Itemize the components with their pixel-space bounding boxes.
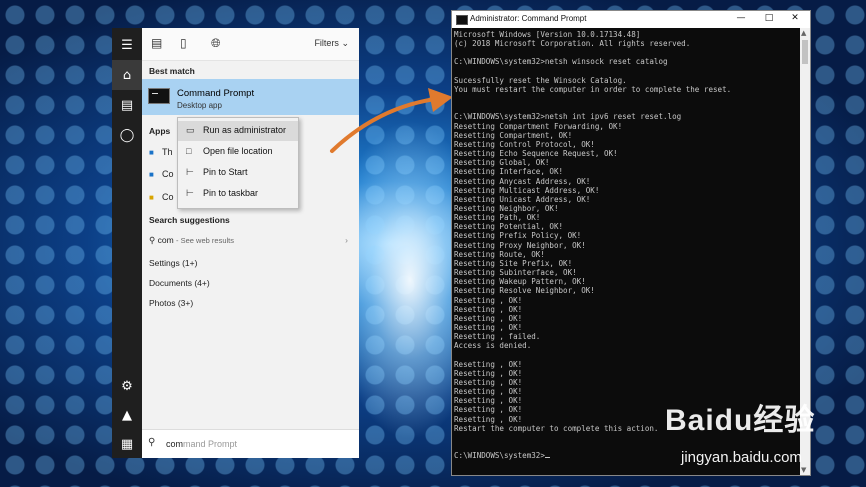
command-prompt-icon xyxy=(148,88,170,104)
menu-item-open-file-location[interactable]: □ Open file location xyxy=(178,142,298,162)
app-icon: ■ xyxy=(149,193,154,202)
app-result-label: Co xyxy=(162,192,174,202)
chevron-down-icon: ⌄ xyxy=(341,38,349,48)
apps-heading: Apps xyxy=(149,126,171,136)
console-app-icon xyxy=(456,15,468,25)
shield-icon: ▭ xyxy=(186,125,195,135)
best-match-title: Command Prompt xyxy=(177,88,255,99)
search-icon: ⚲ xyxy=(149,235,156,245)
suggestion-hint: - See web results xyxy=(176,236,234,245)
chevron-right-icon[interactable]: › xyxy=(345,235,348,245)
menu-item-run-as-administrator[interactable]: ▭ Run as administrator xyxy=(178,121,298,141)
windows-start-icon[interactable]: ▦ xyxy=(112,429,142,459)
settings-gear-icon[interactable]: ⚙ xyxy=(112,371,142,401)
app-result-label: Th xyxy=(162,147,173,157)
menu-item-label: Run as administrator xyxy=(203,125,287,135)
app-result-3[interactable]: ■ Co xyxy=(149,192,174,202)
search-typed-text: com xyxy=(166,439,184,449)
minimize-icon[interactable]: — xyxy=(730,13,752,26)
baidu-jingyan-watermark: Baidu经验 jingyan.baidu.com xyxy=(665,395,865,485)
search-input[interactable]: ⚲ command Prompt xyxy=(142,429,359,458)
app-result-2[interactable]: ■ Co xyxy=(149,169,174,179)
menu-item-label: Pin to Start xyxy=(203,167,248,177)
search-completion-text: mand Prompt xyxy=(183,439,238,449)
scrollbar-thumb[interactable] xyxy=(802,40,808,64)
filters-dropdown[interactable]: Filters ⌄ xyxy=(314,38,349,49)
filters-label: Filters xyxy=(314,38,339,48)
pin-icon: ⊢ xyxy=(186,188,194,198)
folder-icon: □ xyxy=(186,146,192,156)
documents-icon[interactable]: ▤ xyxy=(112,90,142,120)
app-icon: ■ xyxy=(149,148,154,157)
app-icon: ■ xyxy=(149,170,154,179)
lab-flask-icon[interactable]: ◯ xyxy=(112,120,142,150)
document-filter-icon[interactable]: ▯ xyxy=(180,36,187,50)
arrow-graphic xyxy=(330,88,453,153)
search-icon: ⚲ xyxy=(148,437,156,448)
scroll-up-icon[interactable]: ▲ xyxy=(801,29,806,37)
filter-bar: ▤ ▯ 🌐︎ Filters ⌄ xyxy=(142,28,359,61)
watermark-url: jingyan.baidu.com xyxy=(681,449,802,466)
start-menu-rail: ☰ ⌂ ▤ ◯ ⚙ ▲ ▦ xyxy=(112,28,142,458)
window-title-bar[interactable]: Administrator: Command Prompt — □ ✕ xyxy=(452,11,810,28)
category-photos[interactable]: Photos (3+) xyxy=(149,298,193,308)
app-result-1[interactable]: ■ Th xyxy=(149,147,173,157)
web-suggestion-row[interactable]: ⚲ com - See web results › xyxy=(149,235,352,249)
menu-item-label: Pin to taskbar xyxy=(203,188,259,198)
menu-item-pin-to-taskbar[interactable]: ⊢ Pin to taskbar xyxy=(178,184,298,204)
search-suggestions-heading: Search suggestions xyxy=(149,215,230,225)
text-cursor xyxy=(544,457,550,459)
home-icon[interactable]: ⌂ xyxy=(112,60,142,90)
baidu-logo: Baidu经验 xyxy=(665,404,816,437)
best-match-subtitle: Desktop app xyxy=(177,101,222,110)
menu-item-pin-to-start[interactable]: ⊢ Pin to Start xyxy=(178,163,298,183)
web-globe-icon[interactable]: 🌐︎ xyxy=(211,36,221,51)
close-icon[interactable]: ✕ xyxy=(784,13,806,26)
apps-filter-icon[interactable]: ▤ xyxy=(151,36,162,50)
window-title: Administrator: Command Prompt xyxy=(470,14,587,23)
category-settings[interactable]: Settings (1+) xyxy=(149,258,197,268)
search-query: command Prompt xyxy=(166,439,237,449)
best-match-heading: Best match xyxy=(149,66,195,76)
pin-icon: ⊢ xyxy=(186,167,194,177)
maximize-icon[interactable]: □ xyxy=(758,13,780,26)
app-result-label: Co xyxy=(162,169,174,179)
hamburger-menu-icon[interactable]: ☰ xyxy=(112,30,142,60)
user-feedback-icon[interactable]: ▲ xyxy=(112,400,142,430)
menu-item-label: Open file location xyxy=(203,146,273,156)
context-menu: ▭ Run as administrator □ Open file locat… xyxy=(177,117,299,209)
category-documents[interactable]: Documents (4+) xyxy=(149,278,210,288)
suggestion-query: com xyxy=(157,235,174,245)
